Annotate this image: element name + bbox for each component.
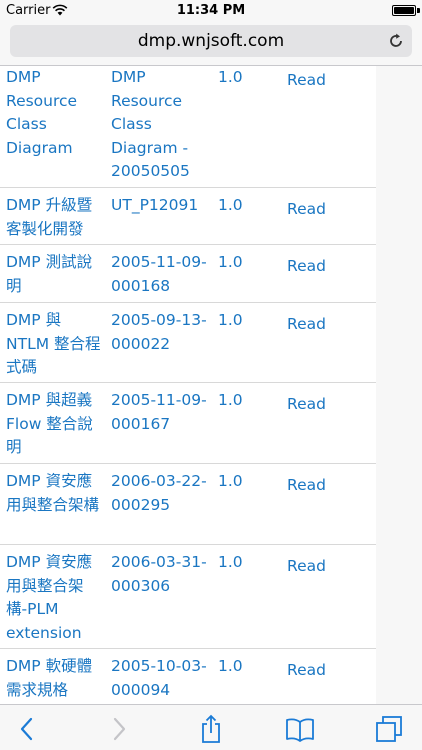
- page-margin: [376, 66, 422, 704]
- browser-toolbar: [0, 704, 422, 750]
- doc-code-link[interactable]: 2005-09-13-000022: [111, 309, 211, 356]
- doc-version: 1.0: [218, 553, 243, 571]
- doc-name-link[interactable]: DMP 升級暨客製化開發: [6, 194, 102, 241]
- doc-name-link[interactable]: DMP Resource Class Diagram: [6, 66, 102, 160]
- doc-name-link[interactable]: DMP 測試說明: [6, 251, 102, 298]
- read-link[interactable]: Read: [287, 198, 337, 222]
- doc-version: 1.0: [218, 68, 243, 86]
- table-row: DMP 升級暨客製化開發 UT_P12091 1.0 Read: [0, 188, 376, 245]
- reload-icon[interactable]: [388, 33, 404, 49]
- url-field[interactable]: dmp.wnjsoft.com: [10, 25, 412, 57]
- status-bar: Carrier 11:34 PM: [0, 0, 422, 22]
- back-icon[interactable]: [12, 714, 42, 744]
- read-link[interactable]: Read: [287, 659, 337, 683]
- table-row: DMP Resource Class Diagram DMP Resource …: [0, 66, 376, 188]
- doc-version: 1.0: [218, 253, 243, 271]
- doc-name-link[interactable]: DMP 資安應用與整合架構: [6, 470, 102, 517]
- doc-version: 1.0: [218, 311, 243, 329]
- battery-tip: [417, 8, 420, 13]
- table-row: DMP 軟硬體需求規格 2005-10-03-000094 1.0 Read: [0, 649, 376, 704]
- document-table: DMP Resource Class Diagram DMP Resource …: [0, 66, 376, 704]
- doc-name-link[interactable]: DMP 軟硬體需求規格: [6, 655, 102, 702]
- doc-version: 1.0: [218, 196, 243, 214]
- doc-code-link[interactable]: DMP Resource Class Diagram - 20050505: [111, 66, 211, 184]
- doc-code-link[interactable]: UT_P12091: [111, 194, 211, 218]
- battery-icon: [392, 5, 416, 16]
- read-link[interactable]: Read: [287, 313, 337, 337]
- doc-version: 1.0: [218, 657, 243, 675]
- doc-name-link[interactable]: DMP 與 NTLM 整合程式碼: [6, 309, 102, 380]
- read-link[interactable]: Read: [287, 555, 337, 579]
- forward-icon: [113, 717, 126, 741]
- read-link[interactable]: Read: [287, 474, 337, 498]
- table-row: DMP 資安應用與整合架構-PLM extension 2006-03-31-0…: [0, 545, 376, 649]
- doc-version: 1.0: [218, 391, 243, 409]
- tabs-icon[interactable]: [374, 714, 404, 744]
- doc-name-link[interactable]: DMP 資安應用與整合架構-PLM extension: [6, 551, 102, 645]
- doc-name-link[interactable]: DMP 與超義 Flow 整合說明: [6, 389, 102, 460]
- doc-code-link[interactable]: 2005-11-09-000167: [111, 389, 211, 436]
- doc-version: 1.0: [218, 472, 243, 490]
- doc-code-link[interactable]: 2006-03-22-000295: [111, 470, 211, 517]
- doc-code-link[interactable]: 2005-11-09-000168: [111, 251, 211, 298]
- doc-code-link[interactable]: 2006-03-31-000306: [111, 551, 211, 598]
- bookmarks-icon[interactable]: [285, 714, 315, 744]
- clock: 11:34 PM: [176, 3, 246, 18]
- read-link[interactable]: Read: [287, 393, 337, 417]
- read-link[interactable]: Read: [287, 69, 337, 93]
- table-row: DMP 與 NTLM 整合程式碼 2005-09-13-000022 1.0 R…: [0, 303, 376, 383]
- table-row: DMP 測試說明 2005-11-09-000168 1.0 Read: [0, 245, 376, 303]
- url-text[interactable]: dmp.wnjsoft.com: [10, 31, 412, 51]
- table-row: DMP 資安應用與整合架構 2006-03-22-000295 1.0 Read: [0, 464, 376, 545]
- doc-code-link[interactable]: 2005-10-03-000094: [111, 655, 211, 702]
- page-content: DMP Resource Class Diagram DMP Resource …: [0, 66, 422, 704]
- browser-address-bar: dmp.wnjsoft.com: [0, 22, 422, 66]
- table-row: DMP 與超義 Flow 整合說明 2005-11-09-000167 1.0 …: [0, 383, 376, 464]
- share-icon[interactable]: [196, 714, 226, 744]
- read-link[interactable]: Read: [287, 255, 337, 279]
